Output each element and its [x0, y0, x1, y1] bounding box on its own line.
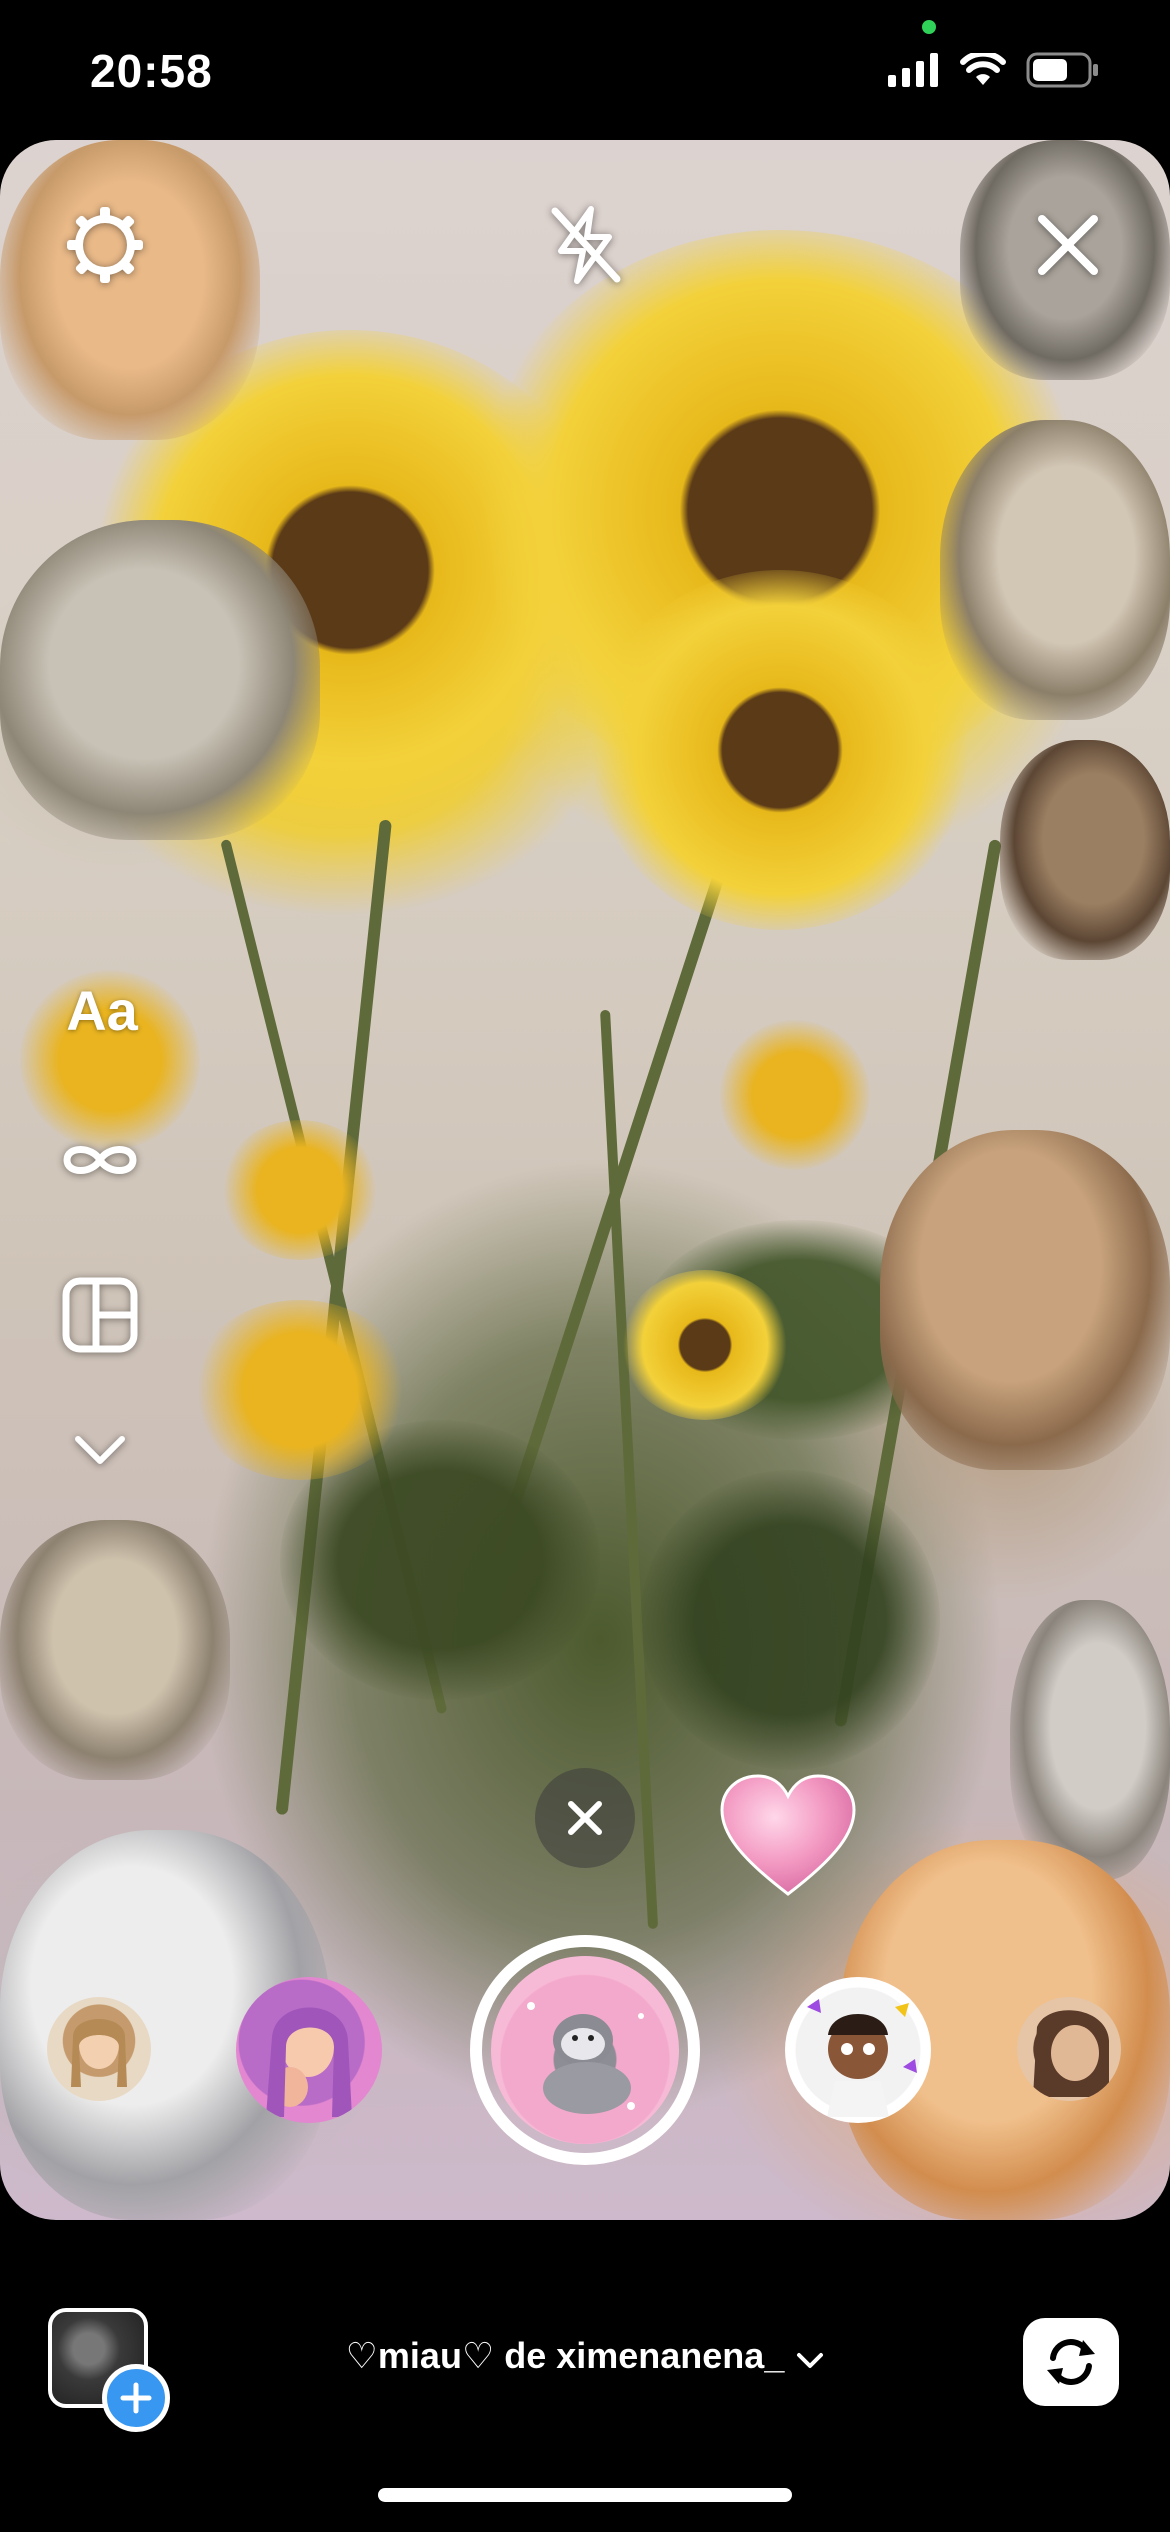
sunflower	[620, 1270, 790, 1420]
battery-icon	[1026, 52, 1098, 88]
effect-thumbnail[interactable]	[47, 1997, 151, 2101]
text-tool-label: Aa	[66, 978, 138, 1042]
flash-off-icon	[551, 206, 621, 284]
avatar	[1017, 1997, 1121, 2101]
kitten-sticker	[940, 420, 1170, 720]
effect-thumbnail[interactable]	[236, 1977, 382, 2123]
camera-in-use-indicator	[922, 20, 936, 34]
flash-toggle-button[interactable]	[535, 195, 635, 295]
create-text-button[interactable]: Aa	[42, 960, 162, 1060]
effect-name-selector[interactable]: ♡miau♡ de ximenanena_	[0, 2335, 1170, 2379]
small-flower	[190, 1300, 410, 1480]
layout-icon	[62, 1277, 138, 1353]
avatar	[785, 1977, 931, 2123]
settings-button[interactable]	[55, 195, 155, 295]
flower-stem	[220, 838, 448, 1715]
remove-effect-button[interactable]	[535, 1768, 635, 1868]
home-indicator[interactable]	[378, 2488, 792, 2502]
settings-icon	[67, 207, 143, 283]
capture-button[interactable]	[470, 1935, 700, 2165]
layout-button[interactable]	[50, 1265, 150, 1365]
effect-thumbnail[interactable]	[1017, 1997, 1121, 2101]
boomerang-button[interactable]	[50, 1120, 150, 1200]
chevron-down-icon	[75, 1436, 125, 1464]
status-bar: 20:58	[0, 0, 1170, 140]
status-icons	[888, 52, 1100, 88]
sunflower	[590, 570, 970, 930]
kitten-sticker	[0, 1520, 230, 1780]
heart-sticker	[718, 1772, 858, 1902]
kitten-sticker	[0, 520, 320, 840]
close-icon	[1038, 215, 1098, 275]
small-flower	[720, 1020, 870, 1170]
avatar	[47, 1997, 151, 2101]
kitten-sticker	[880, 1130, 1170, 1470]
instagram-story-camera: 20:58 Aa ♡miau♡ de ximenanena_	[0, 0, 1170, 2532]
flip-camera-button[interactable]	[1023, 2318, 1119, 2406]
effect-thumbnail[interactable]	[785, 1977, 931, 2123]
signal-icon	[888, 53, 938, 87]
effect-name-label: ♡miau♡ de ximenanena_	[345, 2335, 785, 2376]
more-tools-button[interactable]	[50, 1410, 150, 1490]
plus-icon	[120, 2382, 152, 2414]
wifi-icon	[960, 53, 1006, 85]
close-icon	[568, 1801, 602, 1835]
kitten-sticker	[1010, 1600, 1170, 1880]
bottom-bar: ♡miau♡ de ximenanena_	[0, 2220, 1170, 2532]
selected-effect-preview	[491, 1956, 679, 2144]
status-time: 20:58	[90, 45, 213, 97]
small-flower	[220, 1120, 380, 1260]
camera-viewport[interactable]: Aa	[0, 140, 1170, 2220]
boomerang-icon	[63, 1146, 137, 1174]
close-camera-button[interactable]	[1018, 195, 1118, 295]
chevron-down-icon	[796, 2337, 824, 2379]
flip-camera-icon	[1047, 2339, 1095, 2385]
kitten-sticker	[1000, 740, 1170, 960]
avatar	[236, 1977, 382, 2123]
leaves	[640, 1470, 940, 1770]
